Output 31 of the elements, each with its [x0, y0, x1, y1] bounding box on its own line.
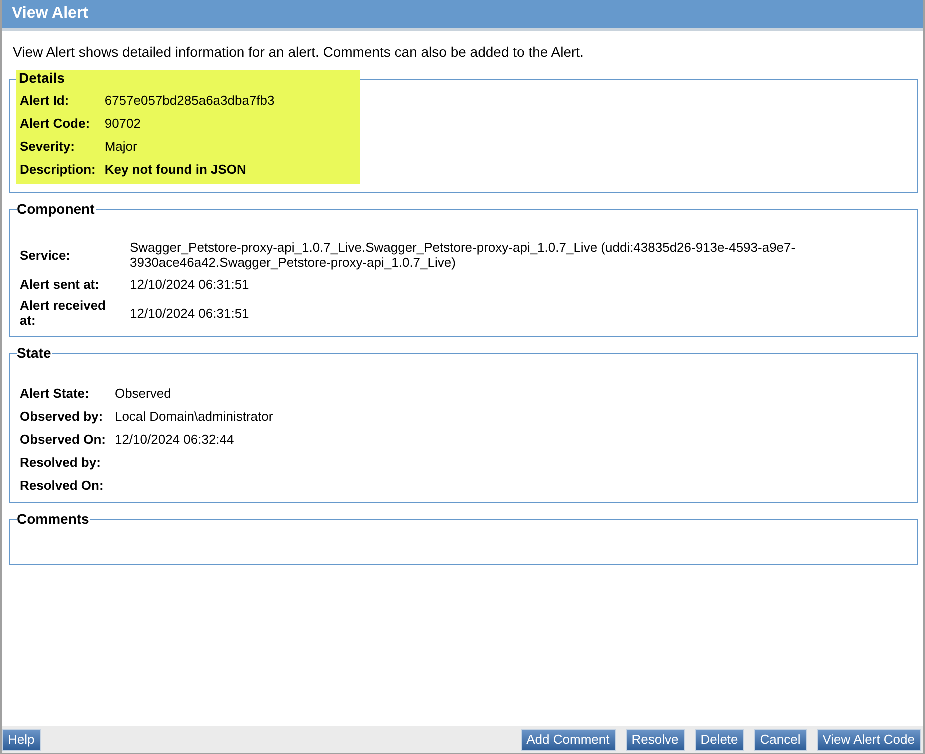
- field-label: Description:: [20, 160, 96, 178]
- section-legend: Component: [17, 201, 96, 218]
- field-value: 6757e057bd285a6a3dba7fb3: [104, 92, 276, 108]
- action-button[interactable]: Resolve: [626, 728, 685, 750]
- field-label: Observed On:: [20, 430, 106, 448]
- action-button[interactable]: Cancel: [754, 728, 807, 750]
- field-value: 90702: [104, 116, 142, 130]
- field-value: 12/10/2024 06:31:51: [130, 306, 250, 320]
- field-label: Resolved by:: [20, 454, 102, 471]
- field-label: Service:: [20, 246, 72, 264]
- field-value: 12/10/2024 06:32:44: [114, 432, 236, 446]
- field-value: Swagger_Petstore-proxy-api_1.0.7_Live.Swagger_Petstore-proxy-api_1.0.7_Live (uddi:43835d26-913e-4593-a9e7-3930ace46a42.Swagger_Petstore-proxy-api_1.0.7_Live): [130, 240, 797, 270]
- action-button[interactable]: View Alert Code: [816, 728, 921, 750]
- intro-text: View Alert shows detailed information for an alert. Comments can also be added to the Alert.: [13, 44, 585, 60]
- action-button[interactable]: Delete: [694, 728, 744, 750]
- field-value: Observed: [114, 386, 172, 400]
- field-label: Alert sent at:: [20, 276, 100, 293]
- field-label: Severity:: [20, 138, 76, 155]
- page-title: View Alert: [12, 5, 88, 23]
- field-value: 12/10/2024 06:31:51: [130, 276, 250, 292]
- action-button[interactable]: Add Comment: [520, 728, 616, 750]
- field-value: Local Domain\administrator: [114, 408, 274, 424]
- field-label: Observed by:: [20, 408, 104, 425]
- field-label: Alert received at:: [20, 298, 107, 328]
- field-value: Major: [104, 138, 138, 154]
- field-label: Alert Code:: [20, 114, 92, 132]
- help-button[interactable]: Help: [2, 728, 41, 750]
- field-value: Key not found in JSON: [104, 162, 248, 176]
- field-label: Alert State:: [20, 384, 90, 402]
- field-label: Resolved On:: [20, 476, 105, 494]
- field-label: Alert Id:: [20, 92, 70, 109]
